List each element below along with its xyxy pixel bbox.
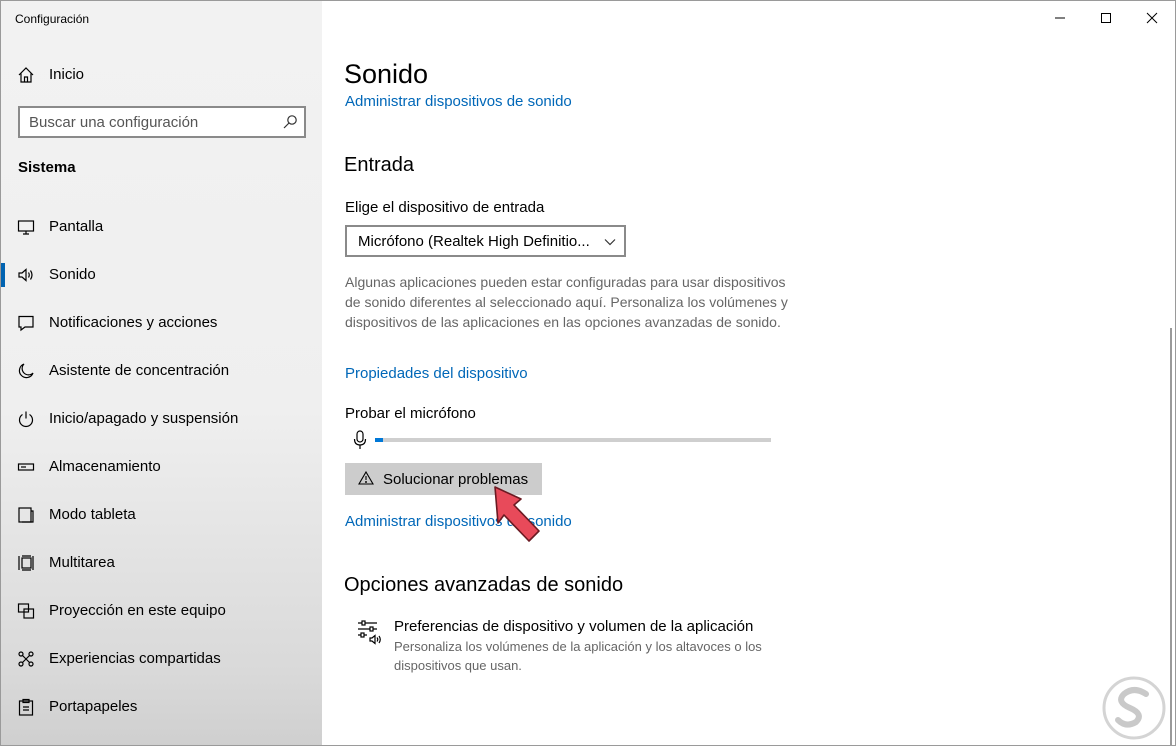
share-icon xyxy=(18,651,34,667)
sidebar-item-label: Experiencias compartidas xyxy=(49,650,221,667)
chevron-down-icon xyxy=(604,239,616,246)
sidebar-item-proyeccion[interactable]: Proyección en este equipo xyxy=(1,587,322,635)
sidebar-item-label: Sonido xyxy=(49,266,96,283)
mixer-speaker-icon[interactable] xyxy=(357,619,383,645)
sidebar-item-label: Almacenamiento xyxy=(49,458,161,475)
microphone-icon xyxy=(353,430,367,449)
app-title: Configuración xyxy=(15,12,90,26)
search-icon[interactable] xyxy=(282,114,298,130)
home-nav-item[interactable]: Inicio xyxy=(1,59,322,91)
section-heading: Sistema xyxy=(18,159,76,176)
sidebar-item-label: Inicio/apagado y suspensión xyxy=(49,410,239,427)
watermark-logo xyxy=(1102,676,1166,740)
sidebar-item-sonido[interactable]: Sonido xyxy=(1,251,322,299)
input-description: Algunas aplicaciones pueden estar config… xyxy=(345,274,788,330)
sidebar-item-experiencias[interactable]: Experiencias compartidas xyxy=(1,635,322,683)
sidebar-item-label: Proyección en este equipo xyxy=(49,602,226,619)
sidebar: Configuración Inicio Sistema Pantalla So… xyxy=(1,1,322,745)
test-mic-label: Probar el micrófono xyxy=(345,405,476,422)
monitor-icon xyxy=(17,220,35,235)
settings-window: Configuración Inicio Sistema Pantalla So… xyxy=(0,0,1176,746)
search-box[interactable] xyxy=(18,106,306,138)
home-icon xyxy=(18,67,34,83)
sidebar-item-label: Portapapeles xyxy=(49,698,138,715)
pointer-arrow-icon xyxy=(494,486,540,542)
sidebar-item-modo-tableta[interactable]: Modo tableta xyxy=(1,491,322,539)
input-heading: Entrada xyxy=(344,154,415,176)
sidebar-item-label: Pantalla xyxy=(49,218,104,235)
sidebar-item-label: Asistente de concentración xyxy=(49,362,230,379)
multitask-icon xyxy=(18,555,34,571)
sidebar-item-label: Modo tableta xyxy=(49,506,136,523)
input-device-dropdown[interactable]: Micrófono (Realtek High Definitio... xyxy=(345,225,626,257)
sidebar-item-label: Notificaciones y acciones xyxy=(49,314,218,331)
moon-icon xyxy=(18,363,34,379)
storage-icon xyxy=(17,463,35,471)
advanced-heading: Opciones avanzadas de sonido xyxy=(344,574,624,596)
projection-icon xyxy=(17,603,35,619)
sidebar-item-portapapeles[interactable]: Portapapeles xyxy=(1,683,322,731)
app-volume-preferences-link[interactable]: Preferencias de dispositivo y volumen de… xyxy=(394,618,753,635)
notification-icon xyxy=(18,315,34,332)
sidebar-item-pantalla[interactable]: Pantalla xyxy=(1,203,322,251)
main-content: Sonido Administrar dispositivos de sonid… xyxy=(322,1,1175,745)
search-input[interactable] xyxy=(29,113,279,131)
warning-icon xyxy=(358,471,374,485)
sidebar-item-label: Multitarea xyxy=(49,554,115,571)
mic-level-meter xyxy=(375,438,771,442)
home-label: Inicio xyxy=(49,66,85,83)
speaker-icon xyxy=(18,268,33,282)
dropdown-value: Micrófono (Realtek High Definitio... xyxy=(358,233,590,250)
clipboard-icon xyxy=(18,698,34,716)
sidebar-item-multitarea[interactable]: Multitarea xyxy=(1,539,322,587)
sidebar-item-inicio-apagado[interactable]: Inicio/apagado y suspensión xyxy=(1,395,322,443)
sidebar-item-almacenamiento[interactable]: Almacenamiento xyxy=(1,443,322,491)
page-title: Sonido xyxy=(344,59,429,89)
app-volume-preferences-desc: Personaliza los volúmenes de la aplicaci… xyxy=(394,639,762,673)
manage-devices-link-top[interactable]: Administrar dispositivos de sonido xyxy=(345,93,572,110)
nav-list: Pantalla Sonido Notificaciones y accione… xyxy=(1,203,322,731)
active-indicator xyxy=(1,263,5,287)
mic-level-fill xyxy=(375,438,383,442)
sidebar-item-asistente[interactable]: Asistente de concentración xyxy=(1,347,322,395)
device-properties-link[interactable]: Propiedades del dispositivo xyxy=(345,365,528,382)
power-icon xyxy=(18,411,34,428)
tablet-icon xyxy=(18,507,34,523)
choose-device-label: Elige el dispositivo de entrada xyxy=(345,199,545,216)
sidebar-item-notificaciones[interactable]: Notificaciones y acciones xyxy=(1,299,322,347)
